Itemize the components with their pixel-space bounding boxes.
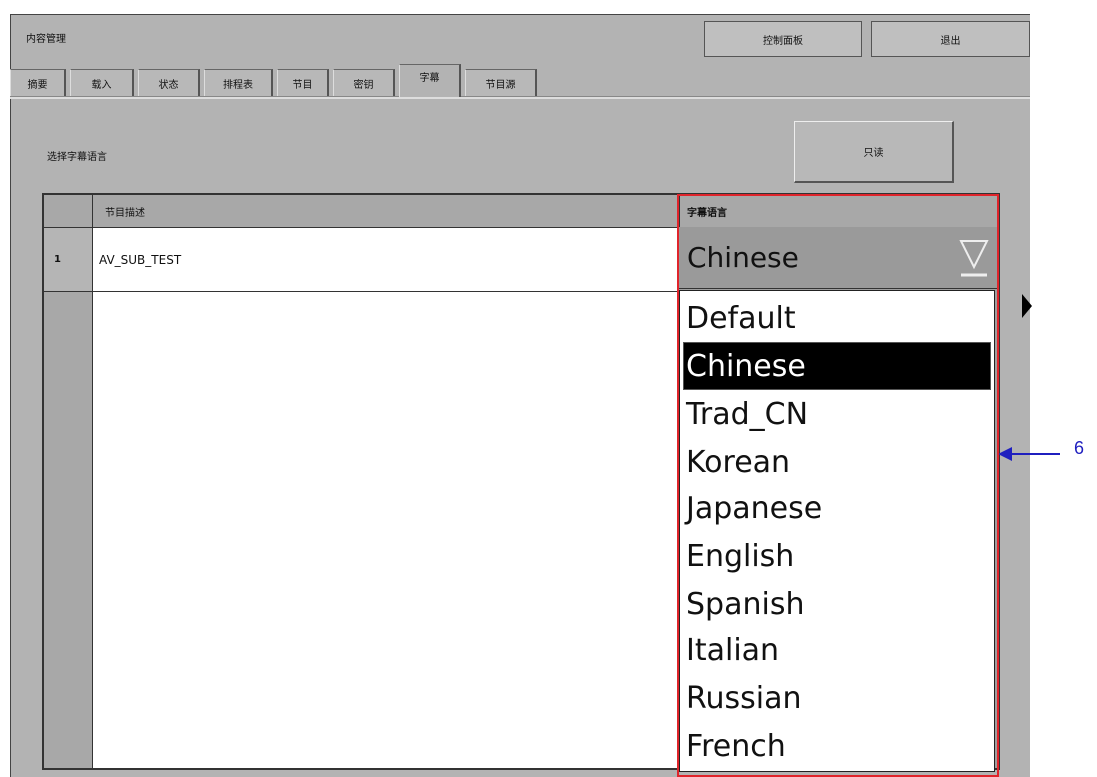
option-italian[interactable]: Italian [684, 627, 990, 673]
option-russian[interactable]: Russian [684, 675, 990, 721]
tab-divider [10, 96, 1030, 99]
tab-subtitles[interactable]: 字幕 [399, 64, 461, 97]
cursor-arrow-icon [1022, 294, 1032, 318]
header-subtitle-language: 字幕语言 [679, 195, 998, 227]
option-trad-cn[interactable]: Trad_CN [684, 391, 990, 437]
control-panel-button[interactable]: 控制面板 [704, 21, 862, 57]
tab-program-source[interactable]: 节目源 [465, 69, 537, 96]
subtitle-language-select[interactable]: Chinese [679, 227, 997, 289]
option-default[interactable]: Default [684, 295, 990, 341]
table-body [93, 228, 679, 768]
option-french[interactable]: French [684, 723, 990, 769]
option-korean[interactable]: Korean [684, 439, 990, 485]
select-subtitle-language-label: 选择字幕语言 [47, 152, 107, 163]
option-chinese[interactable]: Chinese [683, 342, 991, 390]
row-number-column: 1 [44, 228, 93, 768]
header-program-description: 节目描述 [92, 195, 679, 227]
tab-load[interactable]: 载入 [70, 69, 134, 96]
program-description-cell[interactable]: AV_SUB_TEST [93, 228, 679, 292]
row-number: 1 [44, 228, 92, 292]
annotation-number: 6 [1074, 438, 1085, 458]
annotation-arrow-icon [998, 447, 1060, 461]
exit-button[interactable]: 退出 [871, 21, 1030, 57]
readonly-button[interactable]: 只读 [794, 121, 954, 183]
tab-status[interactable]: 状态 [138, 69, 200, 96]
option-spanish[interactable]: Spanish [684, 581, 990, 627]
tab-summary[interactable]: 摘要 [10, 69, 66, 96]
app-title: 内容管理 [26, 34, 66, 45]
option-japanese[interactable]: Japanese [684, 485, 990, 531]
tab-programs[interactable]: 节目 [277, 69, 329, 96]
selected-language: Chinese [687, 241, 799, 274]
tab-schedule[interactable]: 排程表 [204, 69, 273, 96]
tab-keys[interactable]: 密钥 [333, 69, 395, 96]
table-header: 节目描述 字幕语言 [44, 195, 998, 228]
dropdown-arrow-icon[interactable] [959, 237, 989, 279]
language-dropdown-list: Default Chinese Trad_CN Korean Japanese … [679, 290, 995, 772]
option-english[interactable]: English [684, 533, 990, 579]
